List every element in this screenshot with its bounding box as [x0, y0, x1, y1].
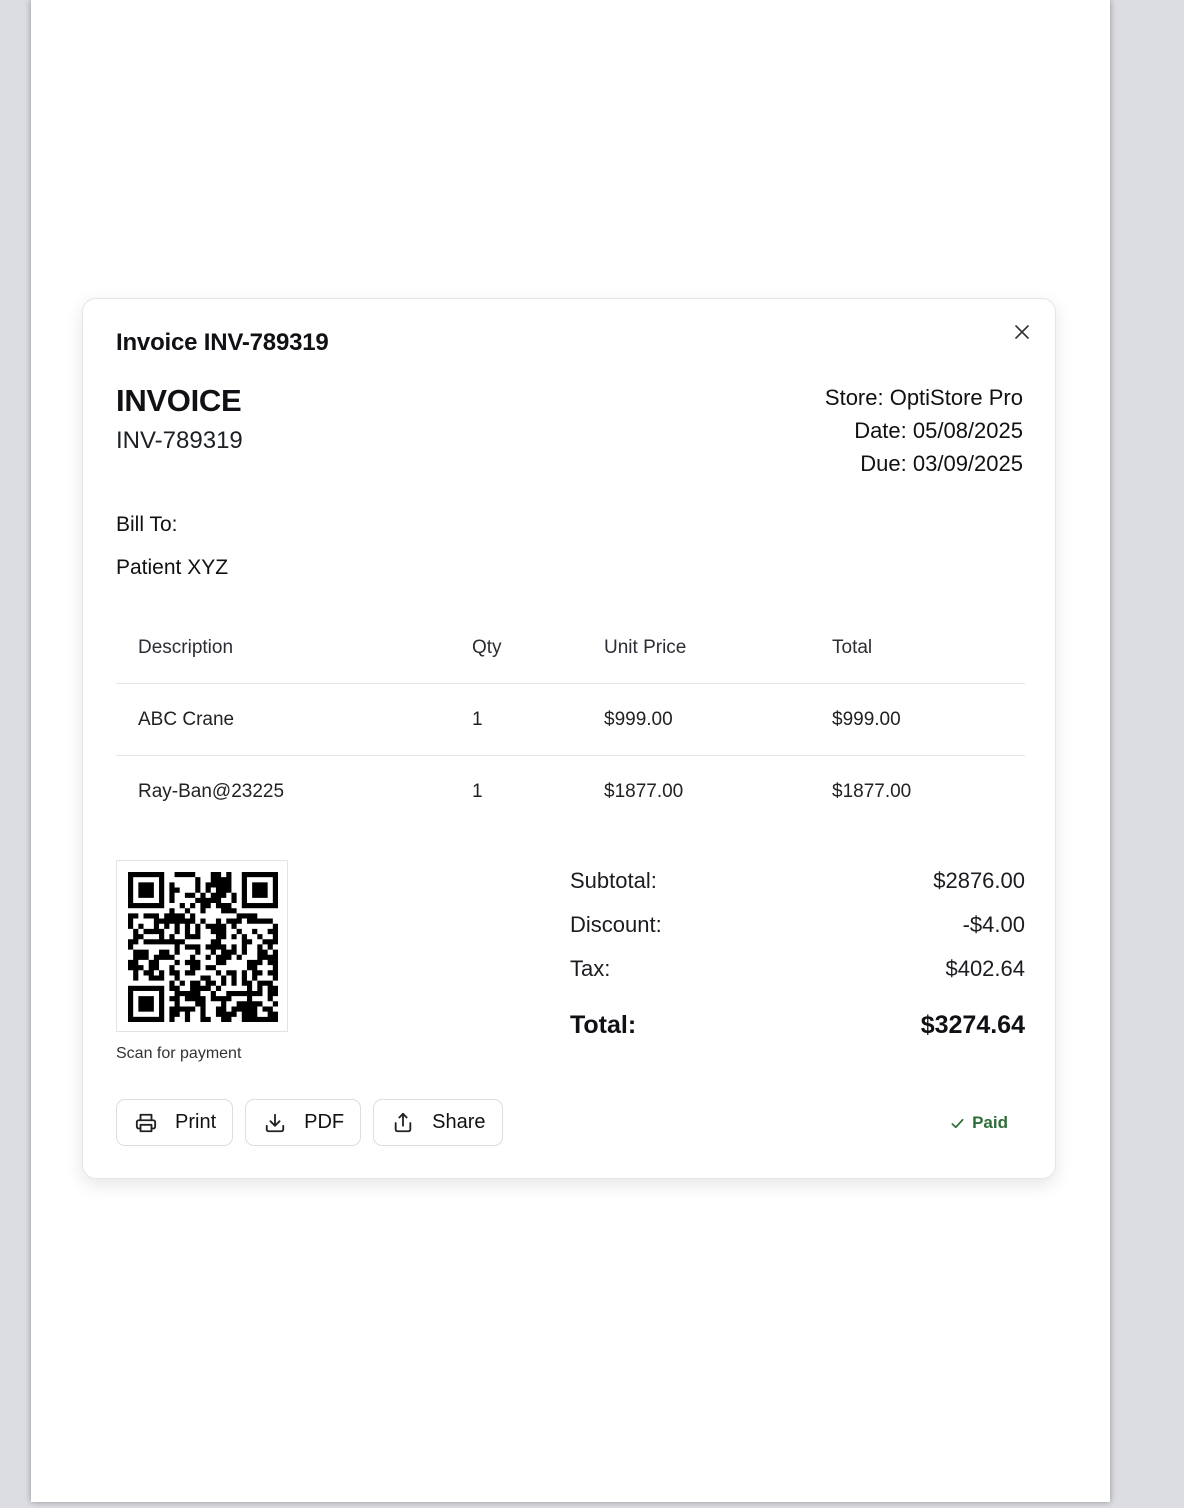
check-icon: [950, 1116, 965, 1131]
invoice-date: Date: 05/08/2025: [854, 418, 1023, 443]
status-label: Paid: [972, 1113, 1008, 1132]
cell-total: $1877.00: [832, 780, 912, 802]
header-qty: Qty: [450, 613, 582, 684]
header-total: Total: [810, 613, 1025, 684]
table-row: ABC Crane 1 $999.00 $999.00: [116, 683, 1025, 756]
cell-qty: 1: [472, 780, 483, 802]
print-label: Print: [175, 1111, 217, 1133]
action-buttons: Print PDF Share: [116, 1099, 503, 1146]
pdf-label: PDF: [304, 1111, 345, 1133]
cell-unit-price: $999.00: [582, 683, 810, 756]
tax-value: $402.64: [945, 956, 1025, 981]
tax-row: Tax: $402.64: [570, 947, 1025, 991]
invoice-meta: Store: OptiStore Pro Date: 05/08/2025 Du…: [825, 381, 1023, 480]
totals-summary: Subtotal: $2876.00 Discount: -$4.00 Tax:…: [570, 859, 1025, 1047]
discount-label: Discount:: [570, 912, 662, 937]
table-header-row: Description Qty Unit Price Total: [116, 613, 1025, 684]
qr-code-icon: [116, 860, 288, 1032]
qr-caption: Scan for payment: [116, 1045, 242, 1062]
subtotal-label: Subtotal:: [570, 868, 657, 893]
discount-value: -$4.00: [962, 912, 1025, 937]
table-row: Ray-Ban@23225 1 $1877.00 $1877.00: [116, 756, 1025, 828]
download-icon: [264, 1112, 286, 1134]
status-badge: Paid: [950, 1113, 1008, 1133]
header-unit-price: Unit Price: [582, 613, 810, 684]
due-date: Due: 03/09/2025: [860, 451, 1023, 476]
cell-description: ABC Crane: [116, 683, 450, 756]
dialog-title: Invoice INV-789319: [116, 329, 329, 356]
total-label: Total:: [570, 1010, 637, 1039]
tax-label: Tax:: [570, 956, 611, 981]
invoice-heading: INVOICE: [116, 383, 242, 418]
invoice-number: INV-789319: [116, 427, 243, 454]
close-icon: [1014, 324, 1030, 340]
print-button[interactable]: Print: [116, 1099, 234, 1146]
share-label: Share: [432, 1111, 486, 1133]
share-icon: [392, 1112, 414, 1134]
store-name: Store: OptiStore Pro: [824, 385, 1023, 410]
subtotal-value: $2876.00: [933, 868, 1025, 893]
discount-row: Discount: -$4.00: [570, 903, 1025, 947]
pdf-button[interactable]: PDF: [245, 1099, 362, 1146]
share-button[interactable]: Share: [373, 1099, 503, 1146]
grand-total-row: Total: $3274.64: [570, 1003, 1025, 1047]
bill-to-name: Patient XYZ: [116, 556, 229, 579]
bill-to-label: Bill To:: [116, 513, 178, 536]
subtotal-row: Subtotal: $2876.00: [570, 859, 1025, 903]
header-description: Description: [116, 613, 450, 684]
invoice-dialog: Invoice INV-789319 INVOICE INV-789319 St…: [82, 298, 1056, 1179]
line-items-table: Description Qty Unit Price Total ABC Cra…: [116, 613, 1025, 827]
cell-description: Ray-Ban@23225: [138, 780, 285, 802]
cell-qty: 1: [450, 683, 582, 756]
total-value: $3274.64: [920, 1010, 1025, 1039]
printer-icon: [135, 1112, 157, 1134]
cell-total: $999.00: [810, 683, 1025, 756]
close-button[interactable]: [1011, 321, 1033, 343]
cell-unit-price: $1877.00: [604, 780, 684, 802]
